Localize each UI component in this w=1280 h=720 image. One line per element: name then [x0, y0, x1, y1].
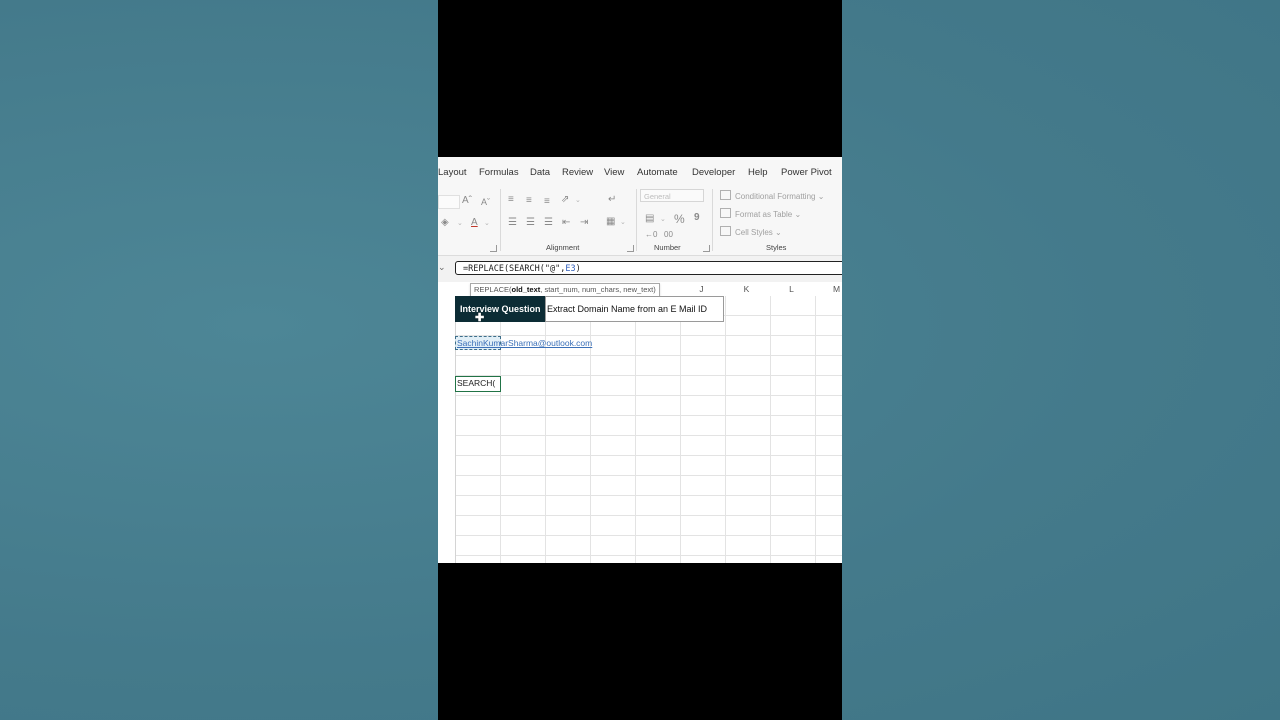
tab-developer[interactable]: Developer: [692, 167, 735, 178]
column-header-j[interactable]: J: [679, 283, 724, 296]
chevron-down-icon[interactable]: ⌄: [484, 219, 490, 229]
ribbon-tabs: Layout Formulas Data Review View Automat…: [438, 157, 842, 183]
number-format-dropdown[interactable]: General: [640, 189, 704, 202]
decrease-decimal-icon[interactable]: 00: [664, 230, 673, 240]
tab-automate[interactable]: Automate: [637, 167, 678, 178]
align-top-icon[interactable]: ≡: [508, 195, 514, 205]
wrap-text-icon[interactable]: ↵: [608, 195, 616, 205]
column-header-l[interactable]: L: [769, 283, 814, 296]
cell-cursor-icon: ✚: [475, 312, 485, 324]
orientation-icon[interactable]: ⇗: [561, 195, 569, 205]
tab-power-pivot[interactable]: Power Pivot: [781, 167, 832, 178]
tab-help[interactable]: Help: [748, 167, 768, 178]
conditional-formatting-icon: [720, 190, 731, 200]
video-frame: Layout Formulas Data Review View Automat…: [438, 0, 842, 720]
font-dialog-launcher-icon[interactable]: [490, 245, 497, 252]
percent-style-icon[interactable]: %: [674, 213, 685, 225]
column-header-k[interactable]: K: [724, 283, 769, 296]
comma-style-icon[interactable]: 9: [694, 213, 700, 223]
task-description-cell[interactable]: Extract Domain Name from an E Mail ID: [545, 296, 724, 322]
active-cell[interactable]: SEARCH(: [455, 376, 501, 392]
alignment-group-label: Alignment: [546, 243, 580, 252]
formula-closing: ): [575, 264, 581, 274]
number-dialog-launcher-icon[interactable]: [703, 245, 710, 252]
row-header-strip: [438, 296, 456, 563]
formula-text: =REPLACE(SEARCH("@",: [463, 264, 566, 274]
increase-decimal-icon[interactable]: ←0: [645, 230, 657, 240]
cell-styles-icon: [720, 226, 731, 236]
align-center-icon[interactable]: ☰: [526, 218, 535, 228]
align-right-icon[interactable]: ☰: [544, 218, 553, 228]
font-size-dropdown[interactable]: [438, 195, 460, 209]
chevron-down-icon[interactable]: ⌄: [457, 219, 463, 229]
format-as-table-button[interactable]: Format as Table ⌄: [720, 208, 801, 219]
decrease-font-size-icon[interactable]: Aˇ: [481, 197, 490, 207]
align-bottom-icon[interactable]: ≡: [544, 197, 550, 207]
name-box-dropdown-icon[interactable]: ⌄: [438, 262, 446, 273]
excel-window: Layout Formulas Data Review View Automat…: [438, 157, 842, 563]
align-left-icon[interactable]: ☰: [508, 218, 517, 228]
chevron-down-icon[interactable]: ⌄: [575, 196, 581, 206]
function-tooltip: REPLACE(old_text, start_num, num_chars, …: [470, 283, 660, 297]
chevron-down-icon[interactable]: ⌄: [660, 215, 666, 225]
fill-color-icon[interactable]: ◈: [441, 218, 449, 228]
tab-data[interactable]: Data: [530, 167, 550, 178]
formula-bar-input[interactable]: =REPLACE(SEARCH("@",E3): [455, 261, 842, 275]
tab-page-layout[interactable]: Layout: [438, 167, 467, 178]
decrease-indent-icon[interactable]: ⇤: [562, 218, 570, 228]
column-header-m[interactable]: M: [814, 283, 842, 296]
font-color-icon[interactable]: A: [471, 218, 478, 228]
increase-font-size-icon[interactable]: Aˆ: [462, 196, 472, 206]
cell-styles-button[interactable]: Cell Styles ⌄: [720, 226, 782, 237]
email-hyperlink[interactable]: SachinKumarSharma@outlook.com: [457, 338, 592, 348]
tooltip-args: , start_num, num_chars, new_text): [540, 285, 656, 294]
accounting-format-icon[interactable]: ▤: [645, 214, 654, 224]
tooltip-function[interactable]: REPLACE(: [474, 285, 512, 294]
ribbon: Aˆ Aˇ ◈ ⌄ A ⌄ ≡ ≡ ≡ ⇗ ⌄ ↵ ☰ ☰ ☰ ⇤ ⇥ ▦ ⌄ …: [438, 183, 842, 256]
group-divider: [636, 189, 637, 251]
styles-group-label: Styles: [766, 243, 787, 252]
align-middle-icon[interactable]: ≡: [526, 196, 532, 206]
group-divider: [712, 189, 713, 251]
formula-reference: E3: [565, 264, 576, 274]
tooltip-current-arg[interactable]: old_text: [512, 285, 541, 294]
tab-review[interactable]: Review: [562, 167, 593, 178]
conditional-formatting-button[interactable]: Conditional Formatting ⌄: [720, 190, 824, 201]
format-as-table-icon: [720, 208, 731, 218]
increase-indent-icon[interactable]: ⇥: [580, 218, 588, 228]
tab-formulas[interactable]: Formulas: [479, 167, 519, 178]
chevron-down-icon[interactable]: ⌄: [620, 218, 626, 228]
tab-view[interactable]: View: [604, 167, 624, 178]
interview-question-cell[interactable]: Interview Question: [455, 296, 545, 322]
alignment-dialog-launcher-icon[interactable]: [627, 245, 634, 252]
merge-center-icon[interactable]: ▦: [606, 217, 615, 227]
group-divider: [500, 189, 501, 251]
number-group-label: Number: [654, 243, 681, 252]
